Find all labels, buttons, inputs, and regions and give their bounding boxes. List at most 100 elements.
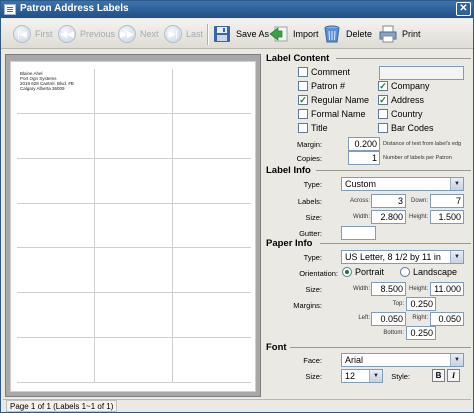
label-cell bbox=[173, 293, 251, 339]
label-cell bbox=[95, 113, 173, 159]
paper-size-label: Size: bbox=[305, 285, 322, 294]
copies-input[interactable]: 1 bbox=[348, 151, 380, 165]
last-icon: ▶| bbox=[164, 25, 182, 43]
label-preview-area[interactable]: Blaine Ahel Port Ogn Systems 2019 628 Cant… bbox=[5, 54, 261, 397]
label-cell bbox=[173, 159, 251, 204]
gutter-input[interactable] bbox=[341, 226, 376, 240]
label-line: Calgary Alberta 36009 bbox=[20, 86, 65, 91]
margin-input[interactable]: 0.200 bbox=[348, 137, 380, 151]
top-margin-input[interactable]: 0.250 bbox=[406, 297, 436, 311]
next-button[interactable]: ▶▶ Next bbox=[118, 23, 159, 45]
down-input[interactable]: 7 bbox=[430, 194, 464, 208]
label-cell bbox=[173, 204, 251, 249]
gutter-label: Gutter: bbox=[299, 229, 322, 238]
last-button[interactable]: ▶| Last bbox=[164, 23, 203, 45]
paper-type-dropdown[interactable]: US Letter, 8 1/2 by 11 in ▼ bbox=[341, 250, 464, 264]
patron-number-checkbox[interactable]: Patron # bbox=[298, 81, 345, 91]
copies-hint: Number of labels per Patron bbox=[383, 155, 452, 161]
chevron-down-icon: ▼ bbox=[450, 178, 463, 190]
label-cell bbox=[173, 114, 251, 159]
checkbox-box: ✓ bbox=[378, 95, 388, 105]
left-margin-label: Left: bbox=[358, 315, 370, 321]
paper-type-label: Type: bbox=[303, 253, 322, 262]
paper-height-input[interactable]: 11.000 bbox=[430, 282, 464, 296]
label-cell bbox=[95, 69, 173, 114]
toolbar: |◀ First ◀◀ Previous ▶▶ Next ▶| Last Save As… bbox=[1, 19, 473, 49]
country-checkbox[interactable]: Country bbox=[378, 109, 423, 119]
save-as-button[interactable]: Save As bbox=[212, 23, 269, 45]
company-checkbox[interactable]: ✓ Company bbox=[378, 81, 430, 91]
patron-address-labels-window: Patron Address Labels ✕ |◀ First ◀◀ Previo… bbox=[0, 0, 474, 413]
paper-width-input[interactable]: 8.500 bbox=[371, 282, 406, 296]
bar-codes-label: Bar Codes bbox=[391, 123, 434, 133]
chevron-down-icon: ▼ bbox=[450, 251, 463, 263]
label-cell bbox=[95, 338, 173, 383]
printer-icon bbox=[378, 24, 398, 44]
right-margin-input[interactable]: 0.050 bbox=[430, 312, 464, 326]
status-bar: Page 1 of 1 (Labels 1~1 of 1) bbox=[3, 399, 471, 412]
bar-codes-checkbox[interactable]: Bar Codes bbox=[378, 123, 434, 133]
label-cell bbox=[17, 248, 95, 294]
label-type-value: Custom bbox=[345, 179, 377, 189]
patron-number-label: Patron # bbox=[311, 81, 346, 91]
formal-name-label: Formal Name bbox=[311, 109, 366, 119]
bold-button[interactable]: B bbox=[432, 369, 445, 382]
paper-info-heading: Paper Info bbox=[266, 238, 313, 249]
font-face-label: Face: bbox=[303, 356, 322, 365]
first-button[interactable]: |◀ First bbox=[13, 23, 53, 45]
last-label: Last bbox=[186, 29, 204, 39]
checkbox-box bbox=[298, 109, 308, 119]
delete-button[interactable]: Delete bbox=[322, 23, 372, 45]
label-cell bbox=[17, 203, 95, 249]
top-margin-label: Top: bbox=[392, 301, 404, 307]
label-height-input[interactable]: 1.500 bbox=[430, 210, 464, 224]
label-cell bbox=[95, 248, 173, 294]
label-content-heading: Label Content bbox=[266, 53, 330, 64]
label-width-input[interactable]: 2.800 bbox=[371, 210, 406, 224]
portrait-radio[interactable]: Portrait bbox=[342, 267, 384, 277]
window-title: Patron Address Labels bbox=[20, 3, 129, 14]
country-label: Country bbox=[391, 109, 423, 119]
regular-name-label: Regular Name bbox=[311, 95, 370, 105]
across-input[interactable]: 3 bbox=[371, 194, 406, 208]
comment-checkbox[interactable]: Comment bbox=[298, 67, 350, 77]
import-button[interactable]: Import bbox=[269, 23, 319, 45]
print-button[interactable]: Print bbox=[378, 23, 421, 45]
italic-button[interactable]: I bbox=[447, 369, 460, 382]
checkbox-box bbox=[378, 123, 388, 133]
label-cell bbox=[17, 293, 95, 339]
delete-label: Delete bbox=[346, 29, 373, 39]
orientation-label: Orientation: bbox=[299, 269, 338, 278]
previous-button[interactable]: ◀◀ Previous bbox=[58, 23, 115, 45]
label-size-label: Size: bbox=[305, 213, 322, 222]
radio-dot bbox=[342, 267, 352, 277]
label-cell bbox=[173, 248, 251, 294]
comment-input[interactable] bbox=[379, 66, 464, 80]
regular-name-checkbox[interactable]: ✓ Regular Name bbox=[298, 95, 369, 105]
import-arrow-icon bbox=[269, 24, 289, 44]
font-heading: Font bbox=[266, 342, 287, 353]
label-cell bbox=[95, 203, 173, 249]
address-checkbox[interactable]: ✓ Address bbox=[378, 95, 424, 105]
across-label: Across: bbox=[349, 198, 370, 204]
label-cell bbox=[17, 338, 95, 383]
divider bbox=[320, 243, 471, 244]
paper-type-value: US Letter, 8 1/2 by 11 in bbox=[345, 252, 441, 262]
font-face-dropdown[interactable]: Arial ▼ bbox=[341, 353, 464, 367]
left-margin-input[interactable]: 0.050 bbox=[371, 312, 406, 326]
landscape-radio[interactable]: Landscape bbox=[400, 267, 457, 277]
trash-can-icon bbox=[322, 24, 342, 44]
label-type-dropdown[interactable]: Custom ▼ bbox=[341, 177, 464, 191]
bottom-margin-input[interactable]: 0.250 bbox=[406, 326, 436, 340]
divider bbox=[336, 58, 471, 59]
title-bar: Patron Address Labels ✕ bbox=[1, 1, 473, 18]
title-checkbox[interactable]: Title bbox=[298, 123, 328, 133]
close-button[interactable]: ✕ bbox=[456, 2, 471, 16]
paper-width-label: Width: bbox=[352, 286, 370, 292]
status-text: Page 1 of 1 (Labels 1~1 of 1) bbox=[6, 400, 118, 412]
formal-name-checkbox[interactable]: Formal Name bbox=[298, 109, 366, 119]
divider bbox=[290, 347, 471, 348]
next-label: Next bbox=[140, 29, 159, 39]
labels-label: Labels: bbox=[297, 197, 322, 206]
previous-icon: ◀◀ bbox=[58, 25, 76, 43]
